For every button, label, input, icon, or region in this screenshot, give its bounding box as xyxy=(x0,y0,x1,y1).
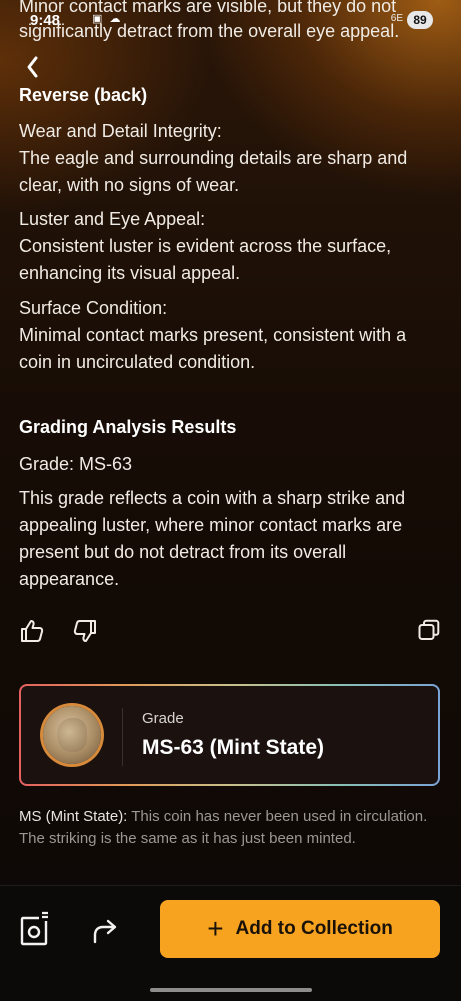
message-actions xyxy=(19,618,444,648)
chevron-left-icon xyxy=(27,56,38,78)
battery-icon: 89 xyxy=(407,11,433,29)
section-body: Minimal contact marks present, consisten… xyxy=(19,325,407,372)
section-title: Wear and Detail Integrity: xyxy=(19,121,222,141)
ms-term: MS (Mint State): xyxy=(19,808,128,825)
section-surface: Surface Condition: Minimal contact marks… xyxy=(19,295,444,376)
results-section: Grading Analysis Results xyxy=(19,414,444,441)
add-to-collection-label: Add to Collection xyxy=(235,918,393,939)
signal-icon: 6E xyxy=(390,13,403,24)
status-time: 9:48 xyxy=(30,12,61,29)
thumbs-down-icon[interactable] xyxy=(72,618,98,644)
chat-scroll-area[interactable]: Minor contact marks are visible, but the… xyxy=(0,0,461,885)
home-indicator[interactable] xyxy=(150,988,312,992)
section-wear: Wear and Detail Integrity: The eagle and… xyxy=(19,118,444,199)
results-description: This grade reflects a coin with a sharp … xyxy=(19,488,406,589)
status-bar: 9:48 ▣ ☁ 6E 89 xyxy=(0,8,461,32)
section-title: Luster and Eye Appeal: xyxy=(19,209,206,229)
section-luster: Luster and Eye Appeal: Consistent luster… xyxy=(19,206,444,287)
grade-line: Grade: MS-63 xyxy=(19,454,133,474)
plus-icon: + xyxy=(207,913,224,944)
copy-icon[interactable] xyxy=(417,618,441,642)
section-title: Surface Condition: xyxy=(19,298,168,318)
back-button[interactable] xyxy=(22,52,44,86)
grade-label: Grade xyxy=(142,710,184,727)
reverse-heading: Reverse (back) xyxy=(19,85,148,105)
coin-thumbnail xyxy=(43,706,101,764)
grade-value: MS-63 (Mint State) xyxy=(142,736,325,759)
results-heading: Grading Analysis Results xyxy=(19,417,237,437)
grade-card-body: Grade MS-63 (Mint State) xyxy=(21,686,438,784)
share-arrow-icon[interactable] xyxy=(90,916,120,946)
divider xyxy=(122,708,123,766)
section-body: Consistent luster is evident across the … xyxy=(19,236,392,283)
ms-definition: MS (Mint State): This coin has never bee… xyxy=(19,806,439,850)
notification-icons: ▣ ☁ xyxy=(92,13,123,25)
bottom-bar: + Add to Collection xyxy=(0,885,461,1001)
reverse-section: Reverse (back) xyxy=(19,82,444,109)
section-body: The eagle and surrounding details are sh… xyxy=(19,148,408,195)
grade-card[interactable]: Grade MS-63 (Mint State) xyxy=(19,684,440,786)
coin-portrait xyxy=(57,718,87,752)
add-to-collection-button[interactable]: + Add to Collection xyxy=(160,900,440,958)
camera-scan-icon[interactable] xyxy=(18,910,52,948)
thumbs-up-icon[interactable] xyxy=(19,618,45,644)
